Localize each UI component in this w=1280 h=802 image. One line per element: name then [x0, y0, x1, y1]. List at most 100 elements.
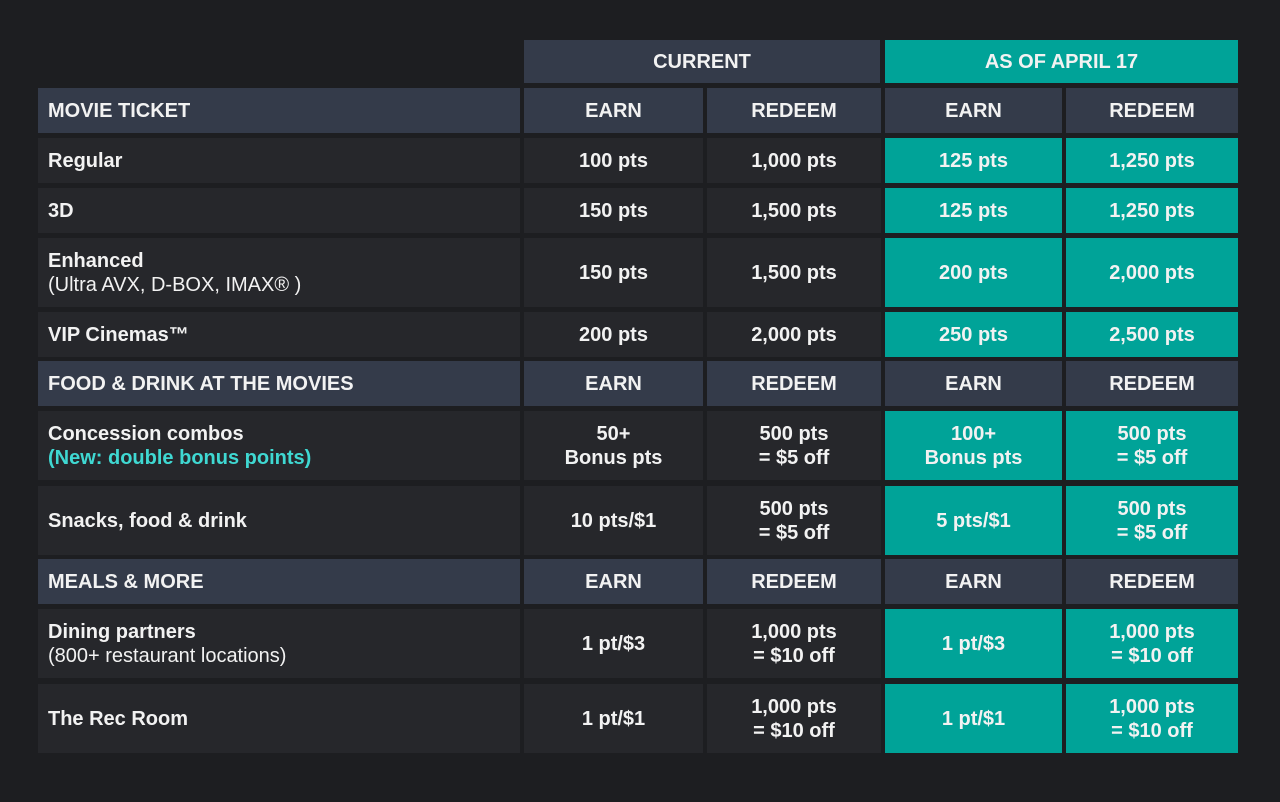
new-redeem-column-header: REDEEM [1066, 559, 1238, 604]
value-line: 200 pts [579, 323, 648, 346]
new-earn-column-header: EARN [885, 88, 1062, 133]
current-earn-value: 10 pts/$1 [524, 486, 703, 555]
value-line: 500 pts [1117, 497, 1187, 520]
value-line: 125 pts [939, 199, 1008, 222]
value-line: 2,500 pts [1109, 323, 1195, 346]
current-header: CURRENT [524, 40, 880, 83]
new-earn-value: 250 pts [885, 312, 1062, 357]
row-label-text: Enhanced [48, 249, 144, 272]
current-earn-value: 1 pt/$3 [524, 609, 703, 678]
meals-more-section-title: MEALS & MORE [38, 559, 520, 604]
value-line: = $5 off [758, 446, 830, 469]
row-label-text: 3D [48, 199, 74, 222]
column-header-text: EARN [945, 99, 1002, 122]
new-redeem-value: 500 pts = $5 off [1066, 486, 1238, 555]
row-label: Concession combos (New: double bonus poin… [38, 411, 520, 480]
new-redeem-value: 1,250 pts [1066, 188, 1238, 233]
column-header-text: REDEEM [1109, 372, 1195, 395]
new-redeem-value: 2,500 pts [1066, 312, 1238, 357]
food-drink-section-title: FOOD & DRINK AT THE MOVIES [38, 361, 520, 406]
new-redeem-column-header: REDEEM [1066, 88, 1238, 133]
row-sublabel-text: (800+ restaurant locations) [48, 644, 287, 667]
value-line: 1 pt/$3 [941, 632, 1006, 655]
current-earn-value: 1 pt/$1 [524, 684, 703, 753]
current-redeem-value: 1,000 pts = $10 off [707, 684, 881, 753]
value-line: = $10 off [1111, 644, 1193, 667]
value-line: 1,250 pts [1109, 149, 1195, 172]
row-label-text: Snacks, food & drink [48, 509, 247, 532]
new-redeem-value: 1,000 pts = $10 off [1066, 609, 1238, 678]
row-label: Snacks, food & drink [38, 486, 520, 555]
value-line: 1,250 pts [1109, 199, 1195, 222]
row-label-text: The Rec Room [48, 707, 189, 730]
column-header-text: EARN [585, 99, 642, 122]
row-label: Dining partners (800+ restaurant location… [38, 609, 520, 678]
new-earn-value: 125 pts [885, 188, 1062, 233]
current-earn-value: 200 pts [524, 312, 703, 357]
current-earn-column-header: EARN [524, 88, 703, 133]
current-redeem-value: 500 pts = $5 off [707, 411, 881, 480]
new-redeem-column-header: REDEEM [1066, 361, 1238, 406]
value-line: 10 pts/$1 [570, 509, 657, 532]
current-redeem-value: 500 pts = $5 off [707, 486, 881, 555]
value-line: = $5 off [1116, 446, 1188, 469]
value-line: = $10 off [753, 719, 835, 742]
value-line: 1 pt/$1 [941, 707, 1006, 730]
as-of-header: AS OF APRIL 17 [885, 40, 1238, 83]
value-line: 1,000 pts [751, 695, 837, 718]
column-header-text: REDEEM [751, 372, 837, 395]
new-earn-column-header: EARN [885, 559, 1062, 604]
value-line: Bonus pts [564, 446, 663, 469]
section-title-text: FOOD & DRINK AT THE MOVIES [48, 372, 354, 395]
row-sublabel-text: (Ultra AVX, D-BOX, IMAX® ) [48, 273, 302, 296]
current-earn-value: 100 pts [524, 138, 703, 183]
row-label: VIP Cinemas™ [38, 312, 520, 357]
value-line: 2,000 pts [751, 323, 837, 346]
column-header-text: REDEEM [1109, 99, 1195, 122]
value-line: 500 pts [759, 497, 829, 520]
value-line: = $10 off [753, 644, 835, 667]
current-redeem-column-header: REDEEM [707, 88, 881, 133]
value-line: 500 pts [1117, 422, 1187, 445]
current-earn-column-header: EARN [524, 361, 703, 406]
value-line: 1,000 pts [751, 149, 837, 172]
column-header-text: REDEEM [1109, 570, 1195, 593]
new-earn-value: 1 pt/$3 [885, 609, 1062, 678]
value-line: 250 pts [939, 323, 1008, 346]
new-redeem-value: 1,000 pts = $10 off [1066, 684, 1238, 753]
value-line: 1,500 pts [751, 261, 837, 284]
value-line: 1,000 pts [751, 620, 837, 643]
new-redeem-value: 2,000 pts [1066, 238, 1238, 307]
new-redeem-value: 1,250 pts [1066, 138, 1238, 183]
value-line: 2,000 pts [1109, 261, 1195, 284]
current-earn-value: 150 pts [524, 188, 703, 233]
value-line: = $5 off [758, 521, 830, 544]
value-line: 150 pts [579, 261, 648, 284]
row-label: Regular [38, 138, 520, 183]
value-line: 1,000 pts [1109, 620, 1195, 643]
value-line: 5 pts/$1 [936, 509, 1011, 532]
value-line: 500 pts [759, 422, 829, 445]
row-label-text: Concession combos [48, 422, 244, 445]
column-header-text: EARN [585, 570, 642, 593]
value-line: Bonus pts [924, 446, 1023, 469]
value-line: 1,000 pts [1109, 695, 1195, 718]
value-line: = $10 off [1111, 719, 1193, 742]
new-earn-value: 100+ Bonus pts [885, 411, 1062, 480]
new-redeem-value: 500 pts = $5 off [1066, 411, 1238, 480]
row-label: 3D [38, 188, 520, 233]
value-line: 125 pts [939, 149, 1008, 172]
row-label-text: VIP Cinemas™ [48, 323, 189, 346]
current-earn-value: 150 pts [524, 238, 703, 307]
row-label-text: Dining partners [48, 620, 196, 643]
row-label: Enhanced (Ultra AVX, D-BOX, IMAX® ) [38, 238, 520, 307]
column-header-text: REDEEM [751, 570, 837, 593]
value-line: 1 pt/$1 [581, 707, 646, 730]
value-line: 150 pts [579, 199, 648, 222]
value-line: 100+ [950, 422, 997, 445]
value-line: 1 pt/$3 [581, 632, 646, 655]
row-note-text: (New: double bonus points) [48, 446, 312, 469]
value-line: = $5 off [1116, 521, 1188, 544]
new-earn-column-header: EARN [885, 361, 1062, 406]
section-title-text: MEALS & MORE [48, 570, 204, 593]
